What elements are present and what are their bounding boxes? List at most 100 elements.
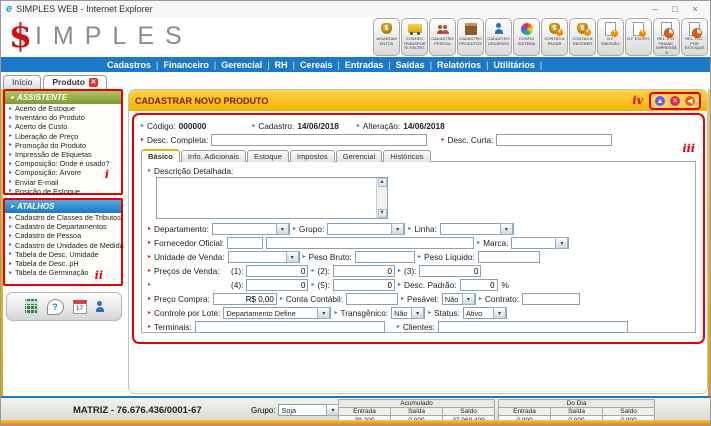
- cadastro-label: Cadastro:: [258, 121, 294, 131]
- desc-completa-input[interactable]: [211, 134, 427, 146]
- sidebar-item-germinacao[interactable]: ▸Tabela de Germinação: [5, 268, 121, 277]
- tab-produto[interactable]: Produto ✕: [43, 75, 107, 89]
- pesavel-select[interactable]: Não▾: [442, 293, 476, 305]
- sidebar-item-desc-ph[interactable]: ▸Tabela de Desc. pH: [5, 259, 121, 268]
- descricao-detalhada-textarea[interactable]: ▲ ▼: [156, 177, 388, 219]
- menu-item[interactable]: Cereais: [300, 60, 333, 70]
- maximize-button[interactable]: □: [665, 4, 685, 14]
- toolbar-contas-a-receber-button[interactable]: $ CONTAS A RECEBER: [569, 18, 596, 56]
- menu-item[interactable]: Cadastros: [107, 60, 151, 70]
- peso-bruto-input[interactable]: [355, 251, 415, 263]
- toolbar-conhec-transporte-button[interactable]: CONHEC TRANSPORTE ESCRIT.: [401, 18, 428, 56]
- tab-basico[interactable]: Básico: [141, 149, 180, 162]
- menu-item[interactable]: Relatórios: [437, 60, 481, 70]
- calculator-icon[interactable]: [25, 299, 38, 314]
- toolbar-contas-a-pagar-button[interactable]: $ CONTAS A PAGAR: [541, 18, 568, 56]
- tab-close-icon[interactable]: ✕: [89, 78, 98, 87]
- menu-item[interactable]: RH: [275, 60, 288, 70]
- clientes-input[interactable]: [438, 321, 628, 333]
- fornecedor-codigo-input[interactable]: [227, 237, 263, 249]
- sidebar-item-departamentos[interactable]: ▸Cadastro de Departamentos: [5, 222, 121, 231]
- panel-title-bar: CADASTRAR NOVO PRODUTO iv ▲ ✕ ◀: [129, 90, 707, 111]
- marca-select[interactable]: ▾: [511, 237, 569, 249]
- field-bullet-icon: ▸: [398, 282, 401, 288]
- menu-item[interactable]: Entradas: [345, 60, 384, 70]
- linha-select[interactable]: ▾: [440, 223, 514, 235]
- help-icon[interactable]: ?: [47, 299, 64, 315]
- close-button[interactable]: ×: [685, 4, 705, 14]
- tab-gerencial[interactable]: Gerencial: [336, 150, 383, 162]
- assistente-section: ▸ ASSISTENTE ▸Acerto de Estoque ▸Inventá…: [3, 89, 123, 195]
- minimize-button[interactable]: –: [645, 4, 665, 14]
- tab-impostos[interactable]: Impostos: [290, 150, 335, 162]
- desc-padrao-input[interactable]: [460, 279, 498, 291]
- conta-contabil-input[interactable]: [346, 293, 398, 305]
- sidebar-item-desc-umidade[interactable]: ▸Tabela de Desc. Umidade: [5, 250, 121, 259]
- transgenico-select[interactable]: Não▾: [391, 307, 425, 319]
- tab-estoque[interactable]: Estoque: [247, 150, 289, 162]
- toolbar-rel-est-impressao-button[interactable]: REL. EST. FINANC. IMPRESSÃO: [653, 18, 680, 56]
- desc-curta-input[interactable]: [496, 134, 612, 146]
- field-bullet-icon: ▸: [311, 268, 314, 274]
- sidebar-item-composicao-arvore[interactable]: ▸Composição: Árvore: [5, 168, 121, 177]
- sidebar-item-composicao-usado[interactable]: ▸Composição: Onde é usado?: [5, 159, 121, 168]
- preco2-input[interactable]: [333, 265, 395, 277]
- tab-info-adicionais[interactable]: Info. Adicionais: [181, 150, 246, 162]
- scroll-down-icon[interactable]: ▼: [378, 209, 387, 218]
- sidebar-item-acerto-estoque[interactable]: ▸Acerto de Estoque: [5, 104, 121, 113]
- sidebar-item-liberacao-preco[interactable]: ▸Liberação de Preço: [5, 132, 121, 141]
- tab-inicio[interactable]: Início: [3, 75, 41, 89]
- calendar-icon[interactable]: 17: [73, 300, 87, 314]
- preco4-input[interactable]: [246, 279, 308, 291]
- sidebar-item-classes-tributos[interactable]: ▸Cadastro de Classes de Tributos: [5, 213, 121, 222]
- sidebar-item-promocao[interactable]: ▸Promoção do Produto: [5, 141, 121, 150]
- chevron-down-icon: ▾: [276, 223, 289, 235]
- peso-bruto-label: Peso Bruto:: [309, 252, 352, 262]
- toolbar-rel-est-estoque-button[interactable]: REL. EST. POR ESTOQUE: [681, 18, 708, 56]
- preco1-input[interactable]: [246, 265, 308, 277]
- preco3-input[interactable]: [419, 265, 481, 277]
- sidebar-item-posicao-estoque[interactable]: ▸Posição de Estoque: [5, 187, 121, 196]
- user-profile-icon[interactable]: [96, 307, 104, 312]
- tab-historicos[interactable]: Históricos: [383, 150, 430, 162]
- menu-item[interactable]: Financeiro: [163, 60, 209, 70]
- grupo-select[interactable]: ▾: [327, 223, 405, 235]
- sidebar-item-unidades-medida[interactable]: ▸Cadastro de Unidades de Medida: [5, 241, 121, 250]
- status-select[interactable]: Ativo▾: [463, 307, 507, 319]
- grupo-statusbar-select[interactable]: Soja▾: [278, 404, 340, 416]
- menu-separator: |: [388, 60, 390, 70]
- textarea-scrollbar[interactable]: ▲ ▼: [376, 178, 387, 218]
- menu-item[interactable]: Saídas: [396, 60, 425, 70]
- toolbar-cadastro-pessoa-button[interactable]: CADASTRO PESSOA: [429, 18, 456, 56]
- menu-item[interactable]: Utilitários: [493, 60, 535, 70]
- toolbar-cadastro-produtos-button[interactable]: CADASTRO PRODUTOS: [457, 18, 484, 56]
- menu-item[interactable]: Gerencial: [221, 60, 262, 70]
- terminais-input[interactable]: [195, 321, 385, 333]
- panel-close-button[interactable]: ✕: [669, 95, 681, 107]
- peso-liquido-input[interactable]: [478, 251, 540, 263]
- toolbar-nf-escrit-button[interactable]: N F ESCRIT.: [625, 18, 652, 56]
- departamento-select[interactable]: ▾: [212, 223, 290, 235]
- preco5-input[interactable]: [333, 279, 395, 291]
- item-bullet-icon: ▸: [9, 251, 12, 257]
- controle-lote-select[interactable]: Departamento Define▾: [223, 307, 331, 319]
- item-bullet-icon: ▸: [9, 152, 12, 158]
- toolbar-config-sistema-button[interactable]: CONFIG SISTEMA: [513, 18, 540, 56]
- products-box-icon: [465, 21, 477, 36]
- sidebar-item-enviar-email[interactable]: ▸Enviar E-mail: [5, 178, 121, 187]
- sidebar-item-etiquetas[interactable]: ▸Impressão de Etiquetas: [5, 150, 121, 159]
- sidebar-item-pessoa[interactable]: ▸Cadastro de Pessoa: [5, 231, 121, 240]
- sidebar-item-inventario[interactable]: ▸Inventário do Produto: [5, 113, 121, 122]
- scroll-up-icon[interactable]: ▲: [378, 178, 387, 187]
- scroll-top-button[interactable]: ▲: [654, 95, 666, 107]
- toolbar-cadastro-usuarios-button[interactable]: CADASTRO USUÁRIOS: [485, 18, 512, 56]
- sidebar-item-acerto-custo[interactable]: ▸Acerto de Custo: [5, 122, 121, 131]
- fornecedor-nome-input[interactable]: [266, 237, 474, 249]
- toolbar-adiantamentos-button[interactable]: $ ADIANTAMENTOS: [373, 18, 400, 56]
- toolbar-nf-emissao-button[interactable]: N F EMISSÃO: [597, 18, 624, 56]
- panel-back-button[interactable]: ◀: [684, 95, 696, 107]
- chevron-down-icon: ▾: [411, 307, 424, 319]
- unidade-venda-select[interactable]: ▾: [228, 251, 300, 263]
- contrato-input[interactable]: [522, 293, 580, 305]
- preco-compra-input[interactable]: [213, 293, 277, 305]
